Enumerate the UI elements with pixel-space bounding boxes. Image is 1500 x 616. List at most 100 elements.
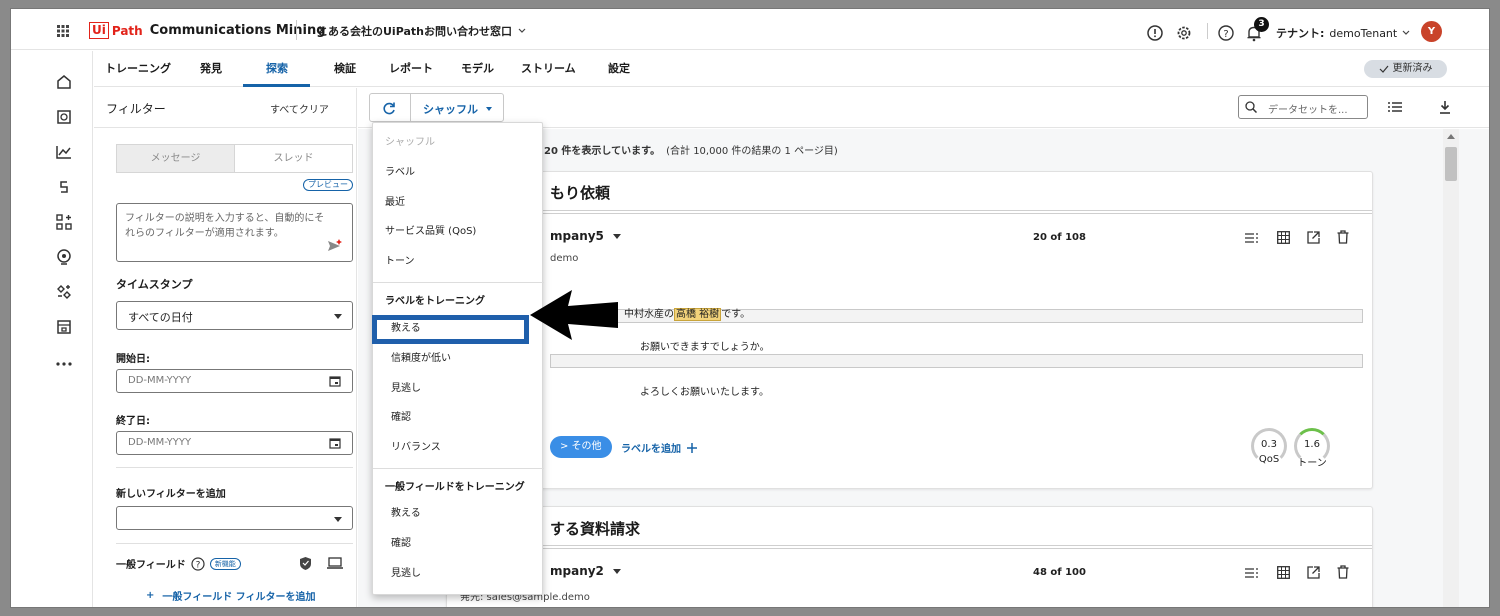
- label-chip[interactable]: > その他: [550, 436, 612, 458]
- menu-item-gf-check[interactable]: 確認: [373, 530, 544, 558]
- table-icon[interactable]: [1277, 566, 1290, 579]
- integrations-icon[interactable]: [55, 283, 73, 301]
- top-bar: Ui Path Communications Mining とある会社のUiPat…: [11, 9, 1489, 50]
- start-date-label: 開始日:: [116, 354, 150, 365]
- menu-item-label[interactable]: ラベル: [373, 159, 544, 187]
- card-sender-row[interactable]: mpany5: [550, 229, 621, 243]
- gear-icon[interactable]: [1176, 25, 1192, 41]
- divider: [116, 467, 353, 468]
- search-icon: [1245, 101, 1257, 113]
- trash-icon[interactable]: [1337, 230, 1349, 244]
- tab-validation[interactable]: 検証: [334, 51, 356, 87]
- message-line-field: [550, 354, 1363, 368]
- menu-item-recent[interactable]: 最近: [373, 189, 544, 217]
- menu-item-qos[interactable]: サービス品質 (QoS): [373, 218, 544, 246]
- table-icon[interactable]: [1277, 231, 1290, 244]
- tab-explore[interactable]: 探索: [266, 51, 288, 87]
- tab-stream[interactable]: ストリーム: [521, 51, 576, 87]
- tenant-selector[interactable]: テナント: demoTenant: [1276, 25, 1410, 41]
- tab-model[interactable]: モデル: [461, 51, 494, 87]
- workspace-selector[interactable]: とある会社のUiPathお問い合わせ窓口: [317, 23, 526, 39]
- list-view-icon[interactable]: [1388, 102, 1402, 113]
- download-icon[interactable]: [1439, 100, 1451, 114]
- qos-value: 0.3: [1261, 439, 1277, 450]
- laptop-icon[interactable]: [326, 557, 344, 570]
- message-line-2[interactable]: お願いできますでしょうか。: [640, 338, 770, 353]
- message-line-3[interactable]: よろしくお願いいたします。: [640, 383, 769, 398]
- message-text: 中村水産の: [624, 309, 674, 320]
- end-date-input[interactable]: DD-MM-YYYY: [116, 431, 353, 455]
- toggle-message[interactable]: メッセージ: [117, 145, 235, 172]
- calendar-icon[interactable]: [329, 375, 341, 387]
- nl-filter-input[interactable]: フィルターの説明を入力すると、自動的にそれらのフィルターが適用されます。: [116, 203, 353, 262]
- tab-settings[interactable]: 設定: [608, 51, 630, 87]
- toggle-thread[interactable]: スレッド: [235, 145, 352, 172]
- dataset-icon[interactable]: [55, 318, 73, 336]
- sender-address: demo: [550, 253, 579, 264]
- shield-icon[interactable]: [299, 556, 312, 571]
- list-view-icon[interactable]: [1245, 233, 1258, 243]
- new-filter-select[interactable]: [116, 506, 353, 530]
- clear-all-button[interactable]: すべてクリア: [270, 101, 329, 116]
- menu-item-check[interactable]: 確認: [373, 404, 544, 432]
- menu-item-tone[interactable]: トーン: [373, 248, 544, 276]
- card-sender-row[interactable]: mpany2: [550, 564, 621, 578]
- discover-icon[interactable]: [55, 108, 73, 126]
- more-icon[interactable]: [55, 355, 73, 373]
- menu-section-train-general-fields: 一般フィールドをトレーニング: [385, 482, 525, 493]
- refresh-icon[interactable]: [382, 101, 396, 115]
- shuffle-dropdown-button[interactable]: シャッフル: [423, 101, 492, 117]
- open-external-icon[interactable]: [1307, 231, 1320, 244]
- widgets-icon[interactable]: [55, 213, 73, 231]
- shuffle-control: シャッフル: [369, 93, 504, 122]
- tenant-name: demoTenant: [1329, 26, 1398, 40]
- app-window: Ui Path Communications Mining とある会社のUiPat…: [10, 8, 1490, 608]
- start-date-input[interactable]: DD-MM-YYYY: [116, 369, 353, 393]
- menu-item-rebalance[interactable]: リバランス: [373, 434, 544, 462]
- menu-item-low-confidence[interactable]: 信頼度が低い: [373, 345, 544, 373]
- end-date-label: 終了日:: [116, 416, 150, 427]
- product-name: Communications Mining: [149, 23, 326, 38]
- message-thread-toggle: メッセージ スレッド: [116, 144, 353, 173]
- menu-item-missed[interactable]: 見逃し: [373, 375, 544, 403]
- home-icon[interactable]: [55, 73, 73, 91]
- filter-panel-header: フィルター すべてクリア: [94, 88, 357, 128]
- add-label-text: ラベルを追加: [621, 444, 681, 455]
- flow-icon[interactable]: [55, 178, 73, 196]
- calendar-icon[interactable]: [329, 437, 341, 449]
- results-count: 20 件を表示しています。: [544, 146, 661, 157]
- entity-highlight[interactable]: 高橋 裕樹: [674, 308, 722, 321]
- trash-icon[interactable]: [1337, 565, 1349, 579]
- chart-icon[interactable]: [55, 143, 73, 161]
- menu-item-gf-teach[interactable]: 教える: [373, 500, 544, 528]
- send-sparkle-icon[interactable]: [327, 238, 343, 253]
- tone-value: 1.6: [1304, 439, 1320, 450]
- open-external-icon[interactable]: [1307, 566, 1320, 579]
- caret-down-icon: [334, 517, 342, 522]
- help-icon[interactable]: ?: [1218, 25, 1234, 41]
- list-view-icon[interactable]: [1245, 568, 1258, 578]
- stream-icon[interactable]: [55, 248, 73, 266]
- scroll-up-icon[interactable]: [1447, 134, 1455, 139]
- tab-training[interactable]: トレーニング: [105, 51, 171, 87]
- general-field-row: 一般フィールド ? 新機能: [116, 556, 241, 571]
- filter-panel: フィルター すべてクリア メッセージ スレッド プレビュー フィルターの説明を入…: [94, 88, 357, 607]
- tab-reports[interactable]: レポート: [389, 51, 433, 87]
- add-general-filter-button[interactable]: + 一般フィールド フィルターを追加: [146, 588, 315, 603]
- dataset-search-input[interactable]: データセットを...: [1238, 95, 1368, 119]
- alert-icon[interactable]: [1147, 25, 1163, 41]
- scrollbar-thumb[interactable]: [1445, 147, 1457, 181]
- add-label-button[interactable]: ラベルを追加: [621, 440, 697, 455]
- brand-logo[interactable]: Ui Path Communications Mining: [89, 22, 326, 39]
- caret-down-icon: [612, 568, 621, 574]
- message-line-1[interactable]: 中村水産の 高橋 裕樹 です。: [624, 308, 750, 322]
- apps-grid-icon[interactable]: [57, 25, 69, 37]
- timestamp-select[interactable]: すべての日付: [116, 301, 353, 330]
- avatar[interactable]: Y: [1421, 21, 1442, 42]
- divider: [373, 282, 544, 283]
- menu-item-gf-missed[interactable]: 見逃し: [373, 560, 544, 588]
- help-icon[interactable]: ?: [191, 556, 205, 571]
- results-scrollbar[interactable]: [1443, 129, 1459, 607]
- svg-text:?: ?: [1223, 29, 1228, 40]
- tab-discover[interactable]: 発見: [200, 51, 222, 87]
